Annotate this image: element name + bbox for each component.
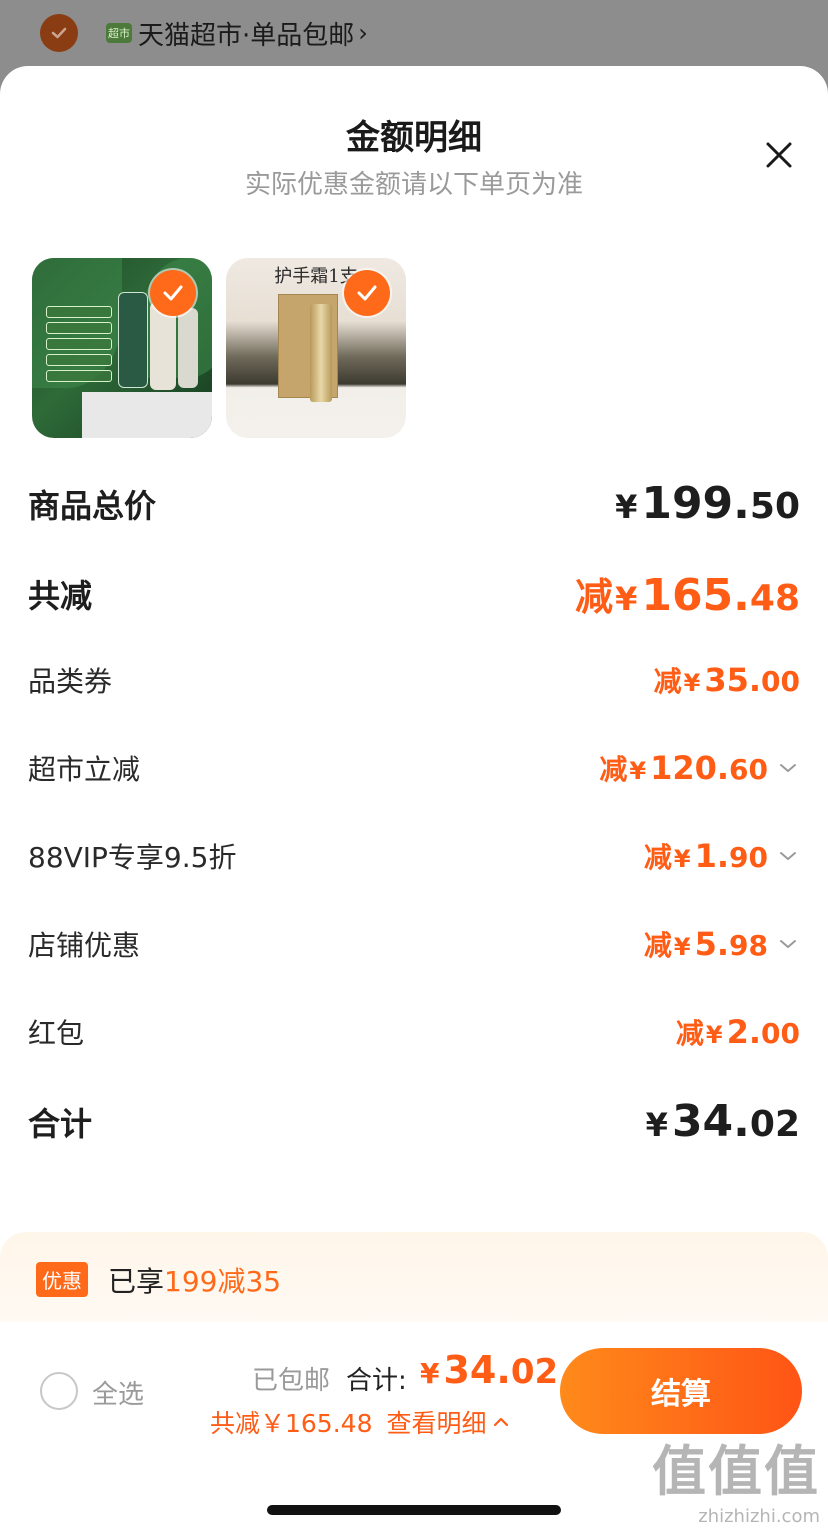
row-label: 超市立减 xyxy=(28,753,141,786)
product-thumbnails: 护手霜1支 xyxy=(32,258,406,438)
row-amount: ¥ 34. 02 xyxy=(645,1096,800,1147)
sheet-title: 金额明细 xyxy=(346,118,482,158)
page: 超市 天猫超市·单品包邮 › 金额明细 实际优惠金额请以下单页为准 护手霜1支 … xyxy=(0,0,828,1535)
saved-text: 共减￥165.48 xyxy=(210,1409,373,1438)
sheet-subtitle: 实际优惠金额请以下单页为准 xyxy=(244,170,583,200)
select-all-radio[interactable] xyxy=(40,1372,78,1410)
row-amount: ¥ 199. 50 xyxy=(615,478,800,529)
promo-bar: 优惠 已享199减35 xyxy=(0,1232,828,1332)
amount-detail-sheet: 金额明细 实际优惠金额请以下单页为准 护手霜1支 商品总价 ¥ 199. 50 … xyxy=(0,66,828,1535)
row-category-coupon: 品类券 减 ¥ 35. 00 xyxy=(28,660,800,700)
store-header[interactable]: 超市 天猫超市·单品包邮 › xyxy=(0,0,828,66)
store-name[interactable]: 天猫超市·单品包邮 xyxy=(138,15,354,52)
row-label: 共减 xyxy=(28,576,93,615)
row-amount: 减 ¥ 2. 00 xyxy=(675,1013,800,1051)
supermarket-badge: 超市 xyxy=(106,23,132,43)
chevron-down-icon[interactable] xyxy=(776,756,800,780)
checkout-button[interactable]: 结算 xyxy=(560,1348,802,1434)
promo-tag: 优惠 xyxy=(36,1262,88,1297)
check-icon[interactable] xyxy=(150,270,196,316)
store-check-icon[interactable] xyxy=(40,14,78,52)
row-red-packet: 红包 减 ¥ 2. 00 xyxy=(28,1012,800,1052)
row-amount: 减 ¥ 165. 48 xyxy=(575,570,800,621)
row-grand-total: 合计 ¥ 34. 02 xyxy=(28,1096,800,1147)
chevron-right-icon: › xyxy=(358,19,368,47)
row-amount: 减 ¥ 120. 60 xyxy=(599,748,800,788)
shipping-status: 已包邮 xyxy=(252,1366,331,1396)
watermark: 值值值 zhizhizhi.com xyxy=(652,1440,820,1527)
row-label: 88VIP专享9.5折 xyxy=(28,841,237,874)
chevron-down-icon[interactable] xyxy=(776,932,800,956)
view-detail-link[interactable]: 查看明细 xyxy=(386,1404,486,1440)
row-label: 红包 xyxy=(28,1017,85,1050)
row-supermarket-off[interactable]: 超市立减 减 ¥ 120. 60 xyxy=(28,748,800,788)
select-all-label[interactable]: 全选 xyxy=(92,1374,144,1411)
row-88vip[interactable]: 88VIP专享9.5折 减 ¥ 1. 90 xyxy=(28,836,800,876)
close-icon[interactable] xyxy=(760,136,798,174)
row-label: 合计 xyxy=(28,1104,93,1143)
chevron-up-icon[interactable] xyxy=(491,1412,511,1432)
row-total-goods: 商品总价 ¥ 199. 50 xyxy=(28,478,800,529)
row-amount: 减 ¥ 1. 90 xyxy=(644,836,800,876)
row-total-reduce: 共减 减 ¥ 165. 48 xyxy=(28,566,800,621)
product-thumb-hand-cream[interactable]: 护手霜1支 xyxy=(226,258,406,438)
chevron-down-icon[interactable] xyxy=(776,844,800,868)
checkout-footer: 全选 已包邮 合计: ¥ 34. 02 共减￥165.48 查看明细 结算 值值… xyxy=(0,1322,828,1535)
row-amount: 减 ¥ 35. 00 xyxy=(653,661,800,699)
row-store-discount[interactable]: 店铺优惠 减 ¥ 5. 98 xyxy=(28,924,800,964)
check-icon[interactable] xyxy=(344,270,390,316)
row-label: 店铺优惠 xyxy=(28,929,141,962)
total-label: 合计: xyxy=(346,1366,407,1396)
home-indicator[interactable] xyxy=(267,1505,561,1515)
row-label: 品类券 xyxy=(28,665,113,698)
saved-summary[interactable]: 共减￥165.48 查看明细 xyxy=(210,1404,511,1440)
row-label: 商品总价 xyxy=(28,486,157,525)
total-amount: ¥ 34. 02 xyxy=(420,1348,559,1392)
product-thumb-toothpaste[interactable] xyxy=(32,258,212,438)
row-amount: 减 ¥ 5. 98 xyxy=(644,924,800,964)
promo-text: 已享199减35 xyxy=(108,1265,282,1298)
